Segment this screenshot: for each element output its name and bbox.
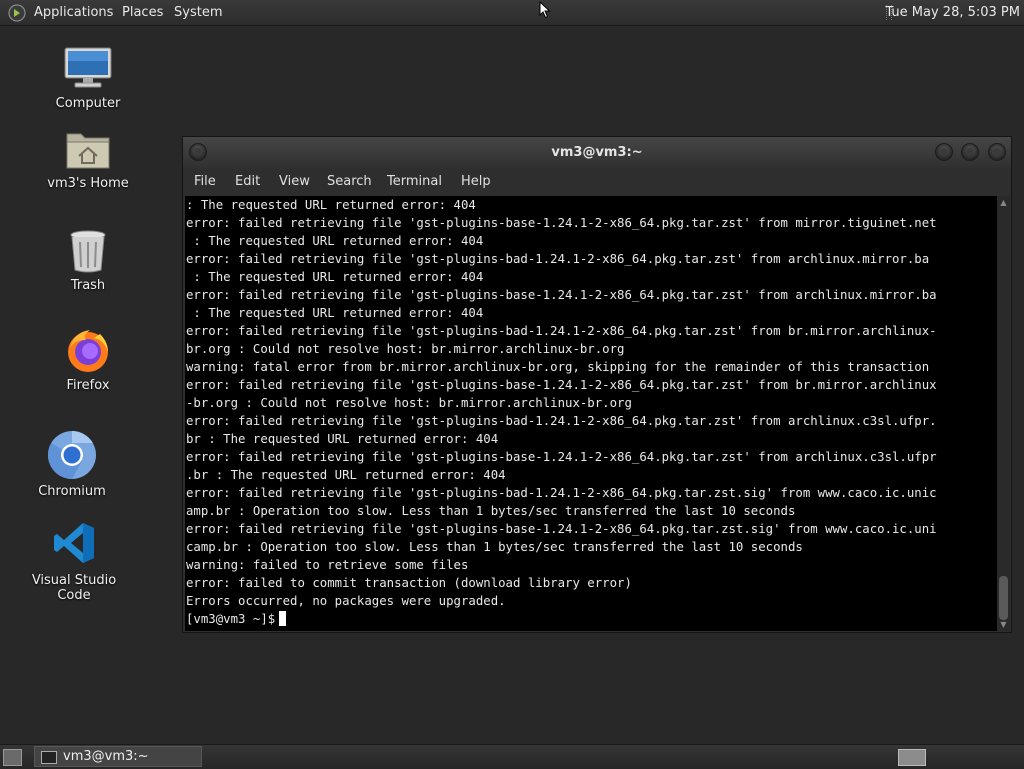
desktop-icon-label: Trash [70, 278, 106, 293]
terminal-window: vm3@vm3:~ File Edit View Search Terminal… [182, 136, 1012, 633]
firefox-icon [68, 330, 108, 372]
desktop-icon-home[interactable]: vm3's Home [33, 128, 143, 191]
places-menu[interactable]: Places [122, 0, 163, 25]
terminal-line: : The requested URL returned error: 404 [186, 198, 476, 212]
terminal-line: error: failed retrieving file 'gst-plugi… [186, 450, 937, 464]
bottom-panel: vm3@vm3:~ [0, 744, 1024, 769]
terminal-line: : The requested URL returned error: 404 [186, 234, 484, 248]
terminal-line: camp.br : Operation too slow. Less than … [186, 540, 803, 554]
trash-icon [70, 230, 106, 273]
desktop-icon-label: Computer [55, 96, 121, 111]
chromium-icon [47, 431, 96, 479]
menu-file[interactable]: File [194, 174, 216, 189]
menu-search[interactable]: Search [327, 174, 372, 189]
applications-menu[interactable]: Applications [34, 0, 113, 25]
terminal-line: br : The requested URL returned error: 4… [186, 432, 499, 446]
applications-logo-icon[interactable] [8, 4, 26, 22]
desktop-icon-label: Visual Studio Code [31, 573, 117, 603]
taskbar-button-terminal[interactable]: vm3@vm3:~ [34, 746, 202, 767]
close-button[interactable] [988, 143, 1006, 161]
terminal-line: error: failed retrieving file 'gst-plugi… [186, 252, 930, 266]
home-folder-icon [66, 133, 110, 169]
terminal-line: amp.br : Operation too slow. Less than 1… [186, 504, 796, 518]
window-titlebar[interactable]: vm3@vm3:~ [183, 137, 1011, 169]
terminal-line: warning: fatal error from br.mirror.arch… [186, 360, 930, 374]
terminal-icon [41, 751, 57, 764]
scrollbar-thumb[interactable] [999, 576, 1008, 620]
desktop-icon-trash[interactable]: Trash [33, 228, 143, 293]
desktop-icon-computer[interactable]: Computer [33, 46, 143, 111]
mouse-cursor-icon [539, 1, 551, 19]
menu-view[interactable]: View [279, 174, 310, 189]
terminal-output[interactable]: : The requested URL returned error: 404 e… [185, 196, 997, 631]
terminal-line: Errors occurred, no packages were upgrad… [186, 594, 506, 608]
desktop-icon-firefox[interactable]: Firefox [33, 326, 143, 393]
terminal-line: error: failed retrieving file 'gst-plugi… [186, 486, 937, 500]
terminal-prompt: [vm3@vm3 ~]$ [186, 612, 276, 626]
terminal-line: error: failed retrieving file 'gst-plugi… [186, 522, 937, 536]
minimize-button[interactable] [935, 143, 953, 161]
desktop-icon-label: vm3's Home [47, 176, 129, 191]
terminal-line: .br : The requested URL returned error: … [186, 468, 506, 482]
top-panel: Applications Places System Tue May 28, 5… [0, 0, 1024, 26]
terminal-line: error: failed retrieving file 'gst-plugi… [186, 414, 937, 428]
terminal-line: : The requested URL returned error: 404 [186, 270, 484, 284]
text-cursor [279, 611, 287, 626]
terminal-prompt-line: [vm3@vm3 ~]$ [186, 610, 937, 628]
terminal-line: error: failed retrieving file 'gst-plugi… [186, 378, 937, 392]
scroll-up-icon[interactable]: ▲ [999, 198, 1008, 207]
show-desktop-icon[interactable] [3, 749, 22, 766]
terminal-line: -br.org : Could not resolve host: br.mir… [186, 396, 632, 410]
vscode-icon [54, 523, 94, 563]
window-title: vm3@vm3:~ [551, 145, 643, 160]
terminal-line: error: failed retrieving file 'gst-plugi… [186, 324, 937, 338]
terminal-line: : The requested URL returned error: 404 [186, 306, 484, 320]
terminal-line: error: failed to commit transaction (dow… [186, 576, 632, 590]
terminal-lines: : The requested URL returned error: 404 e… [186, 196, 937, 628]
menu-terminal[interactable]: Terminal [387, 174, 442, 189]
menu-help[interactable]: Help [461, 174, 491, 189]
menu-edit[interactable]: Edit [235, 174, 260, 189]
desktop-icon-chromium[interactable]: Chromium [17, 430, 127, 499]
computer-icon [64, 47, 112, 88]
terminal-line: br.org : Could not resolve host: br.mirr… [186, 342, 625, 356]
taskbar-button-label: vm3@vm3:~ [63, 749, 149, 764]
terminal-menubar: File Edit View Search Terminal Help [183, 169, 1011, 195]
scroll-down-icon[interactable]: ▼ [999, 620, 1008, 629]
terminal-line: error: failed retrieving file 'gst-plugi… [186, 216, 937, 230]
desktop-icon-vscode[interactable]: Visual Studio Code [19, 521, 129, 603]
terminal-line: warning: failed to retrieve some files [186, 558, 469, 572]
terminal-scrollbar[interactable]: ▲ ▼ [997, 196, 1010, 631]
clock[interactable]: Tue May 28, 5:03 PM [885, 0, 1024, 25]
desktop-icon-label: Chromium [38, 484, 106, 499]
workspace-switcher[interactable] [898, 749, 926, 766]
maximize-button[interactable] [961, 143, 979, 161]
terminal-line: error: failed retrieving file 'gst-plugi… [186, 288, 937, 302]
system-menu[interactable]: System [174, 0, 222, 25]
desktop-icon-label: Firefox [66, 378, 110, 393]
